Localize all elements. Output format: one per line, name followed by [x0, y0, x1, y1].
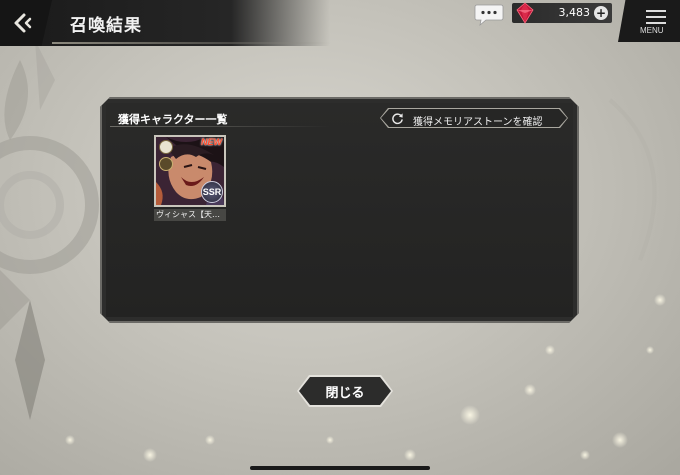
close-button-label: 閉じる: [325, 385, 365, 401]
title-underline: [52, 42, 332, 44]
menu-button[interactable]: MENU: [618, 0, 680, 42]
plus-icon[interactable]: +: [594, 6, 608, 20]
type-icon: [159, 157, 173, 171]
acquired-characters-panel: 獲得キャラクター一覧 獲得メモリアストーンを確認 NEW SSR ヴィシャス【天…: [100, 97, 579, 323]
hamburger-menu-icon: [646, 10, 666, 24]
page-title: 召喚結果: [70, 16, 142, 36]
close-button[interactable]: 閉じる: [297, 375, 393, 407]
rarity-badge: SSR: [201, 181, 223, 203]
panel-body: 獲得キャラクター一覧 獲得メモリアストーンを確認 NEW SSR ヴィシャス【天…: [106, 103, 573, 317]
character-card[interactable]: NEW SSR ヴィシャス【天…: [154, 135, 226, 221]
back-button[interactable]: [0, 0, 52, 46]
menu-label: MENU: [640, 26, 664, 35]
back-arrow-icon: [14, 13, 32, 33]
chat-bubble-icon[interactable]: [474, 3, 504, 27]
currency-display: 3,483 +: [512, 2, 612, 24]
character-portrait-frame: NEW SSR: [154, 135, 226, 207]
new-badge: NEW: [201, 137, 222, 147]
panel-heading: 獲得キャラクター一覧: [118, 113, 228, 126]
memoria-button-label: 獲得メモリアストーンを確認: [413, 117, 543, 128]
currency-value: 3,483: [558, 6, 591, 19]
view-memoria-stones-button[interactable]: 獲得メモリアストーンを確認: [380, 108, 568, 128]
refresh-icon: [391, 112, 404, 125]
header-bar: 召喚結果: [0, 0, 332, 46]
heading-divider: [110, 126, 330, 127]
close-button-face: 閉じる: [299, 377, 391, 405]
memoria-button-face: 獲得メモリアストーンを確認: [381, 109, 567, 127]
attribute-icon: [159, 140, 173, 154]
red-gem-icon: [516, 2, 534, 24]
home-indicator[interactable]: [250, 466, 430, 470]
character-name: ヴィシャス【天…: [154, 209, 226, 221]
